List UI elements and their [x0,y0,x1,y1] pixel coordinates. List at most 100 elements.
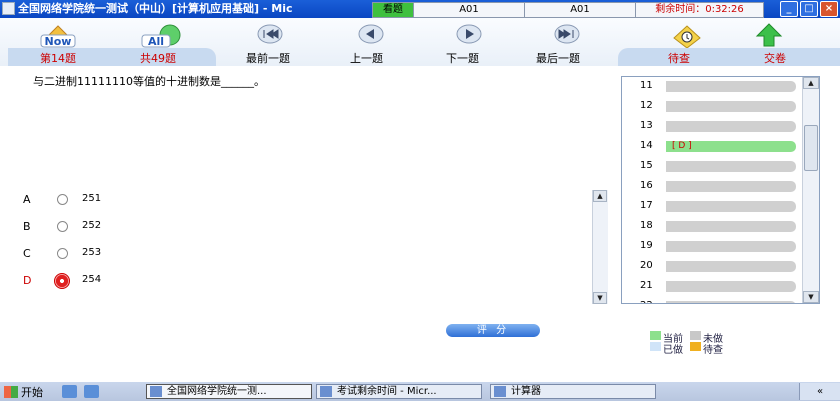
answer-bar[interactable] [666,81,796,92]
option-value: 252 [82,220,102,231]
legend-label: 已做 [663,345,683,356]
remaining-time: 剩余时间：0:32:26 [655,4,744,15]
option-letter: B [23,220,31,233]
task-calculator[interactable]: 计算器 [490,384,656,399]
answer-row[interactable]: 22 [622,297,802,303]
answer-row[interactable]: 18 [622,217,802,237]
legend-not-done: 未做 [690,330,730,345]
total-questions-label: 共49题 [140,52,176,65]
close-button[interactable]: × [820,1,838,17]
answer-row[interactable]: 17 [622,197,802,217]
row-number: 20 [640,260,653,271]
exam-timer-window: 看题 A01 A01 剩余时间：0:32:26 [372,2,764,18]
panel-scrollbar[interactable]: ▲ ▼ [802,77,819,303]
last-question-button[interactable]: 最后一题 [536,50,580,66]
answer-row[interactable]: 12 [622,97,802,117]
scroll-up-icon[interactable]: ▲ [593,190,607,202]
answer-row[interactable]: 21 [622,277,802,297]
option-d-radio[interactable] [54,273,70,289]
option-d[interactable]: D 254 [20,271,590,291]
submit-button[interactable]: 交卷 [764,50,786,66]
start-button[interactable]: 开始 [0,383,52,400]
answer-row[interactable]: 11 [622,77,802,97]
task-exam-window[interactable]: 全国网络学院统一测... [146,384,312,399]
window-icon [320,386,332,397]
option-a[interactable]: A 251 [20,190,590,210]
all-label: All [148,35,164,48]
task-timer-window[interactable]: 考试剩余时间 - Micr... [316,384,482,399]
answer-row[interactable]: 14 [ D ] [622,137,802,157]
review-button[interactable]: 待查 [668,50,690,66]
tray-expand-button[interactable]: « [799,383,840,400]
scroll-thumb[interactable] [804,125,818,171]
first-question-button[interactable]: 最前一题 [246,50,290,66]
current-question-label: 第14题 [40,52,76,65]
answer-row[interactable]: 13 [622,117,802,137]
scroll-up-icon[interactable]: ▲ [803,77,819,89]
task-label: 考试剩余时间 - Micr... [337,386,437,397]
legend-review: 待查 [690,341,730,356]
answer-bar[interactable] [666,221,796,232]
minimize-button[interactable]: _ [780,1,798,17]
question-text: 与二进制11111110等值的十进制数是______。 [33,75,265,88]
taskbar: 开始 全国网络学院统一测... 考试剩余时间 - Micr... 计算器 « [0,381,840,401]
option-b-radio[interactable] [57,221,68,232]
previous-question-icon[interactable] [357,22,385,46]
answer-row[interactable]: 20 [622,257,802,277]
now-label: Now [45,35,72,48]
answer-bar[interactable] [666,261,796,272]
answer-row[interactable]: 16 [622,177,802,197]
option-b[interactable]: B 252 [20,217,590,237]
nav-bar: 第14题 共49题 最前一题 上一题 下一题 最后一题 待查 交卷 [0,48,840,66]
submit-arrow-icon[interactable] [754,22,784,48]
ie-quicklaunch-icon[interactable] [62,385,77,398]
answer-bar[interactable] [666,101,796,112]
toolbar: Now All 第14题 共49题 最前一题 上一题 下一题 最后一题 待查 交… [0,18,840,66]
grade-button[interactable]: 评 分 [446,324,540,337]
task-label: 计算器 [511,386,541,397]
window-icon [150,386,162,397]
option-a-radio[interactable] [57,194,68,205]
all-icon[interactable]: All [140,22,182,48]
answer-row[interactable]: 15 [622,157,802,177]
option-c[interactable]: C 253 [20,244,590,264]
watch-label[interactable]: 看题 [373,3,414,17]
row-number: 13 [640,120,653,131]
option-letter: D [23,274,32,287]
legend-current: 当前 [650,330,690,345]
next-question-icon[interactable] [455,22,483,46]
legend-swatch [650,331,661,340]
row-number: 11 [640,80,653,91]
answer-bar[interactable] [666,121,796,132]
option-letter: A [23,193,31,206]
answer-bar[interactable]: [ D ] [666,141,796,152]
row-number: 17 [640,200,653,211]
answer-bar[interactable] [666,201,796,212]
answer-bar[interactable] [666,181,796,192]
row-number: 19 [640,240,653,251]
scroll-down-icon[interactable]: ▼ [593,292,607,304]
first-question-icon[interactable] [256,22,284,46]
option-c-radio[interactable] [57,248,68,259]
answer-bar[interactable] [666,241,796,252]
row-number: 12 [640,100,653,111]
row-number: 22 [640,300,653,303]
review-flag-icon[interactable] [670,22,704,50]
previous-question-button[interactable]: 上一题 [350,50,383,66]
option-letter: C [23,247,31,260]
answer-bar[interactable] [666,301,796,303]
now-icon[interactable]: Now [38,22,78,48]
answer-bar[interactable] [666,281,796,292]
option-value: 251 [82,193,102,204]
maximize-button[interactable]: □ [800,1,818,17]
scroll-down-icon[interactable]: ▼ [803,291,819,303]
options-scrollbar[interactable]: ▲ ▼ [592,190,608,304]
next-question-button[interactable]: 下一题 [446,50,479,66]
legend-swatch [690,342,701,351]
last-question-icon[interactable] [553,22,581,46]
desktop-quicklaunch-icon[interactable] [84,385,99,398]
task-label: 全国网络学院统一测... [167,386,267,397]
action-strip [618,48,840,66]
answer-bar[interactable] [666,161,796,172]
answer-row[interactable]: 19 [622,237,802,257]
